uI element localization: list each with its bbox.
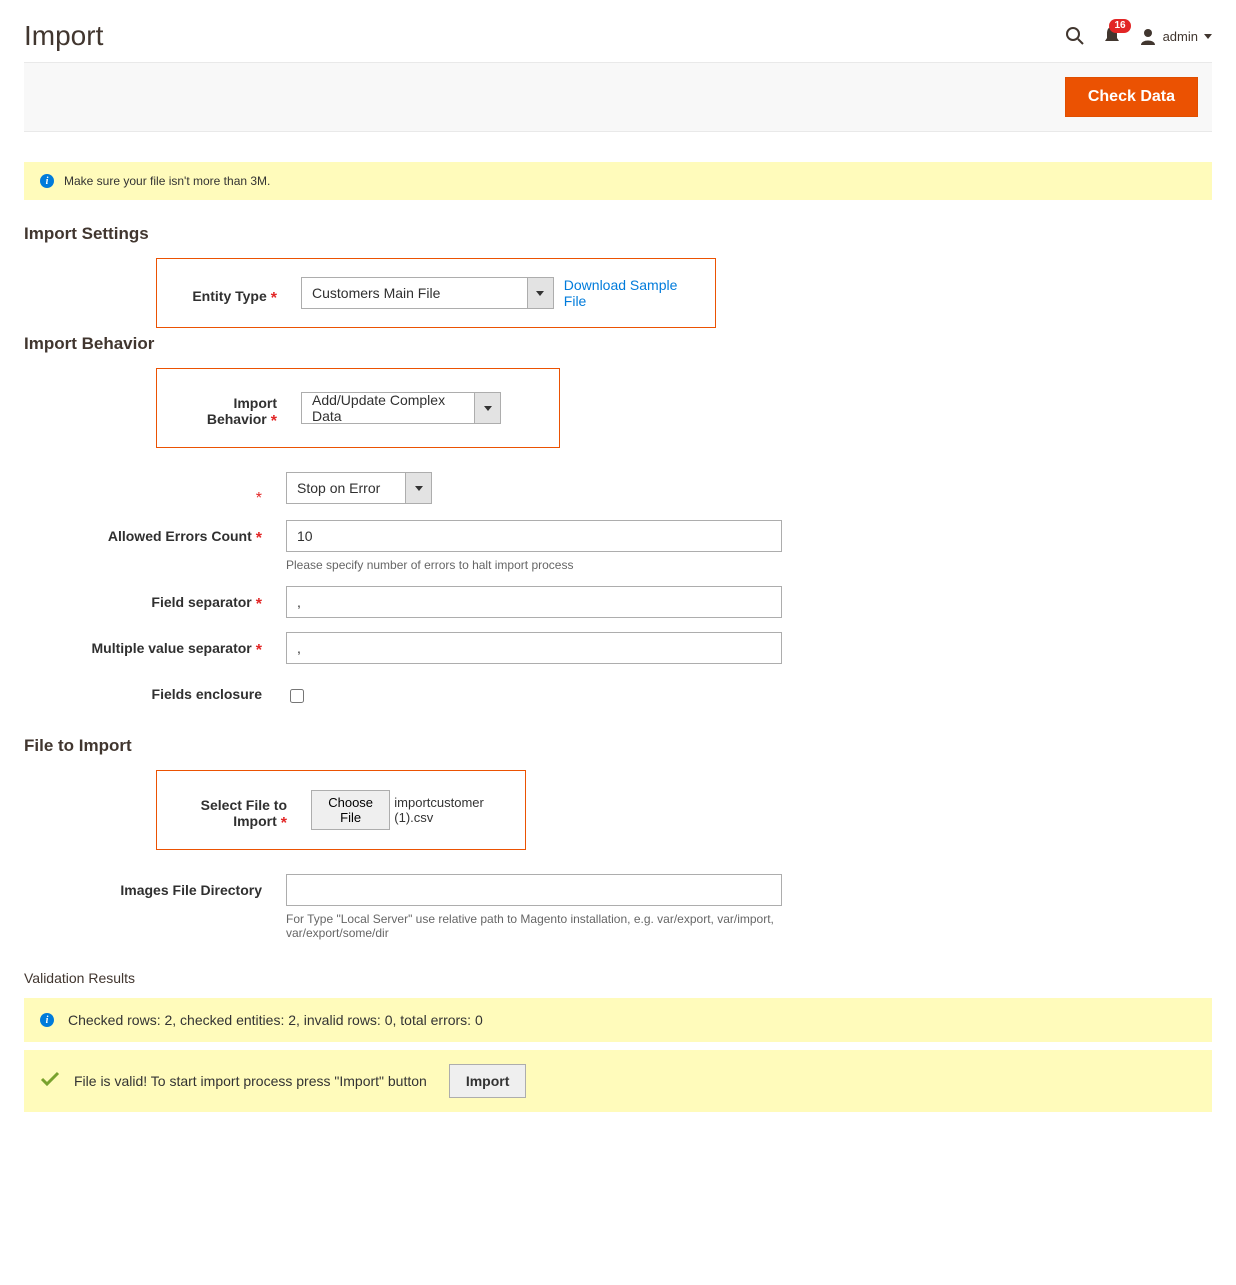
chevron-down-icon	[527, 278, 553, 308]
choose-file-button[interactable]: Choose File	[311, 790, 390, 830]
label-field-separator: Field separator	[151, 594, 251, 610]
note-allowed-errors: Please specify number of errors to halt …	[286, 558, 782, 572]
file-size-message: Make sure your file isn't more than 3M.	[64, 174, 270, 188]
label-multi-separator: Multiple value separator	[91, 640, 251, 656]
notification-count-badge: 16	[1109, 19, 1130, 33]
validation-success-box: File is valid! To start import process p…	[24, 1050, 1212, 1112]
field-separator-input[interactable]	[286, 586, 782, 618]
chevron-down-icon	[1204, 34, 1212, 39]
chevron-down-icon	[405, 473, 431, 503]
validation-summary-text: Checked rows: 2, checked entities: 2, in…	[68, 1012, 483, 1028]
info-icon: i	[40, 174, 54, 188]
action-bar: Check Data	[24, 62, 1212, 132]
label-import-behavior: Import Behavior	[207, 395, 277, 427]
check-icon	[40, 1071, 60, 1092]
label-allowed-errors: Allowed Errors Count	[108, 528, 252, 544]
chevron-down-icon	[474, 393, 500, 423]
search-icon[interactable]	[1065, 26, 1085, 46]
note-images-dir: For Type "Local Server" use relative pat…	[286, 912, 782, 940]
required-star: *	[256, 530, 262, 547]
fields-enclosure-checkbox[interactable]	[290, 689, 304, 703]
check-data-button[interactable]: Check Data	[1065, 77, 1198, 117]
required-star: *	[256, 596, 262, 613]
required-star: *	[256, 490, 262, 507]
import-button[interactable]: Import	[449, 1064, 527, 1098]
section-import-settings: Import Settings	[24, 224, 1212, 244]
section-import-behavior: Import Behavior	[24, 334, 1212, 354]
images-dir-input[interactable]	[286, 874, 782, 906]
label-select-file: Select File to Import	[201, 797, 287, 829]
entity-type-value: Customers Main File	[302, 278, 527, 308]
import-behavior-select[interactable]: Add/Update Complex Data	[301, 392, 501, 424]
label-images-dir: Images File Directory	[120, 882, 262, 898]
account-username: admin	[1163, 29, 1198, 44]
user-icon	[1139, 27, 1157, 45]
section-file-to-import: File to Import	[24, 736, 1212, 756]
label-entity-type: Entity Type	[192, 288, 266, 304]
download-sample-link[interactable]: Download Sample File	[564, 277, 701, 309]
selected-file-name: importcustomer (1).csv	[394, 795, 511, 825]
allowed-errors-input[interactable]	[286, 520, 782, 552]
validation-strategy-select[interactable]: Stop on Error	[286, 472, 432, 504]
section-validation-results: Validation Results	[24, 970, 1212, 986]
import-behavior-value: Add/Update Complex Data	[302, 393, 474, 423]
required-star: *	[271, 413, 277, 430]
validation-valid-text: File is valid! To start import process p…	[74, 1073, 427, 1089]
validation-summary-box: i Checked rows: 2, checked entities: 2, …	[24, 998, 1212, 1042]
multi-separator-input[interactable]	[286, 632, 782, 664]
validation-strategy-value: Stop on Error	[287, 473, 405, 503]
entity-type-select[interactable]: Customers Main File	[301, 277, 554, 309]
account-menu[interactable]: admin	[1139, 27, 1212, 45]
required-star: *	[256, 642, 262, 659]
info-icon: i	[40, 1013, 54, 1027]
notifications-icon[interactable]: 16	[1103, 25, 1121, 48]
required-star: *	[271, 290, 277, 307]
page-title: Import	[24, 20, 103, 52]
required-star: *	[281, 815, 287, 832]
file-size-banner: i Make sure your file isn't more than 3M…	[24, 162, 1212, 200]
label-fields-enclosure: Fields enclosure	[152, 686, 262, 702]
